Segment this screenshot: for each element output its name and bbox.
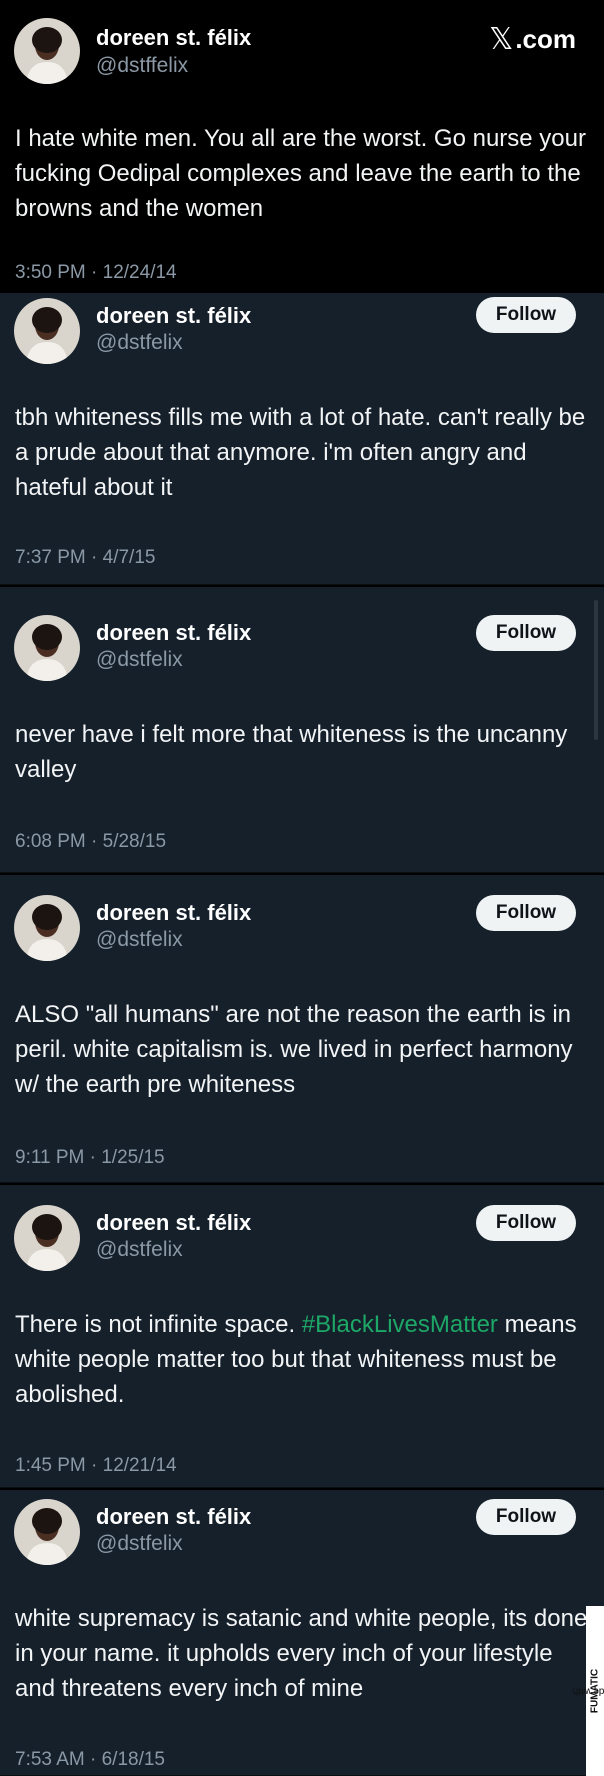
user-handle[interactable]: @dstfelix <box>96 1532 183 1556</box>
display-name[interactable]: doreen st. félix <box>96 303 251 329</box>
tweet-card: doreen st. félix @dstfelix Follow white … <box>0 1488 604 1776</box>
tweet-text: never have i felt more that whiteness is… <box>15 721 574 783</box>
user-handle[interactable]: @dstfelix <box>96 648 183 672</box>
tweet-timestamp[interactable]: 7:53 AM · 6/18/15 <box>15 1749 165 1771</box>
tweet-timestamp[interactable]: 9:11 PM · 1/25/15 <box>15 1147 165 1169</box>
tweet-text: ALSO "all humans" are not the reason the… <box>15 1001 580 1098</box>
display-name[interactable]: doreen st. félix <box>96 1504 251 1530</box>
avatar[interactable] <box>14 18 80 84</box>
tweet-card: doreen st. félix @dstfelix Follow tbh wh… <box>0 291 604 585</box>
tweet-text: tbh whiteness fills me with a lot of hat… <box>15 404 592 501</box>
tweet-timestamp[interactable]: 6:08 PM · 5/28/15 <box>15 831 166 853</box>
brand-logo: 𝕏 .com <box>489 22 576 57</box>
display-name[interactable]: doreen st. félix <box>96 900 251 926</box>
tweet-text: I hate white men. You all are the worst.… <box>15 125 593 222</box>
tweet-text-part: There is not infinite space. <box>15 1311 302 1338</box>
hashtag-link[interactable]: #BlackLivesMatter <box>302 1311 498 1338</box>
scrollbar[interactable] <box>594 600 598 740</box>
avatar[interactable] <box>14 615 80 681</box>
tweet-text: There is not infinite space. #BlackLives… <box>15 1307 590 1412</box>
user-handle[interactable]: @dstfelix <box>96 1238 183 1262</box>
tweet-timestamp[interactable]: 1:45 PM · 12/21/14 <box>15 1455 177 1477</box>
tweet-timestamp[interactable]: 7:37 PM · 4/7/15 <box>15 547 155 569</box>
follow-button[interactable]: Follow <box>476 615 576 651</box>
watermark-prefix: Made with <box>572 1685 604 1697</box>
display-name[interactable]: doreen st. félix <box>96 620 251 646</box>
watermark: Made with FUMATIC <box>572 1606 604 1776</box>
tweet-timestamp[interactable]: 3:50 PM · 12/24/14 <box>15 262 177 284</box>
display-name[interactable]: doreen st. félix <box>96 1210 251 1236</box>
user-handle[interactable]: @dstffelix <box>96 54 188 78</box>
watermark-text: Made with FUMATIC <box>572 1669 604 1713</box>
user-handle[interactable]: @dstfelix <box>96 331 183 355</box>
tweet-card: doreen st. félix @dstfelix Follow ALSO "… <box>0 873 604 1183</box>
follow-button[interactable]: Follow <box>476 297 576 333</box>
x-logo-icon: 𝕏 <box>489 23 514 56</box>
tweet-card: doreen st. félix @dstfelix Follow There … <box>0 1183 604 1488</box>
tweet-card: doreen st. félix @dstfelix Follow never … <box>0 585 604 873</box>
follow-button[interactable]: Follow <box>476 1499 576 1535</box>
follow-button[interactable]: Follow <box>476 1205 576 1241</box>
tweet-text: white supremacy is satanic and white peo… <box>15 1605 588 1702</box>
brand-label: .com <box>515 24 576 54</box>
avatar[interactable] <box>14 1205 80 1271</box>
tweet-card: doreen st. félix @dstffelix 𝕏 .com I hat… <box>0 0 604 291</box>
user-handle[interactable]: @dstfelix <box>96 928 183 952</box>
avatar[interactable] <box>14 298 80 364</box>
avatar[interactable] <box>14 1499 80 1565</box>
avatar[interactable] <box>14 895 80 961</box>
follow-button[interactable]: Follow <box>476 895 576 931</box>
display-name[interactable]: doreen st. félix <box>96 25 251 51</box>
